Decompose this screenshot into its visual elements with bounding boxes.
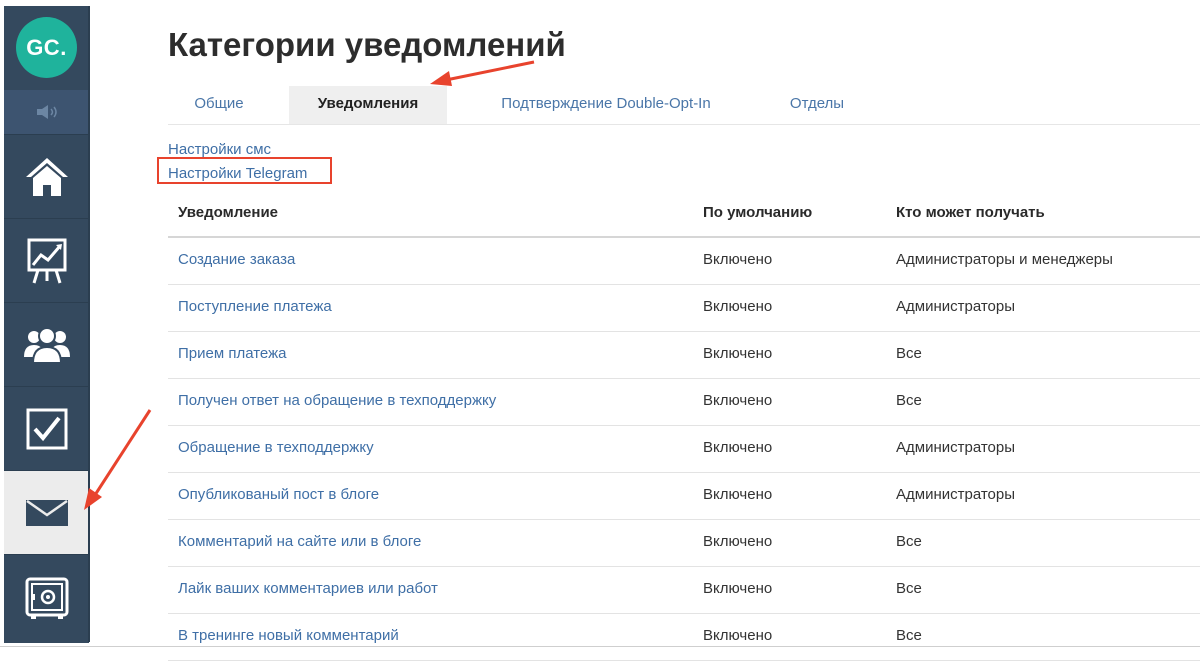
checkbox-icon	[26, 408, 67, 450]
notification-link[interactable]: Лайк ваших комментариев или работ	[178, 580, 438, 597]
chart-icon	[27, 238, 66, 284]
table-row: Создание заказа Включено Администраторы …	[168, 238, 1200, 285]
highlight-box	[157, 157, 332, 184]
table-row: Опубликованый пост в блоге Включено Адми…	[168, 473, 1200, 520]
default-value: Включено	[703, 627, 773, 644]
default-value: Включено	[703, 298, 773, 315]
table-row: Получен ответ на обращение в техподдержк…	[168, 379, 1200, 426]
recipients-value: Все	[896, 533, 922, 550]
default-value: Включено	[703, 439, 773, 456]
notification-link[interactable]: Получен ответ на обращение в техподдержк…	[178, 392, 496, 409]
default-value: Включено	[703, 533, 773, 550]
nav-tasks[interactable]	[4, 386, 89, 471]
table-row: Лайк ваших комментариев или работ Включе…	[168, 567, 1200, 614]
home-icon	[25, 158, 68, 196]
recipients-value: Все	[896, 627, 922, 644]
table-row: Поступление платежа Включено Администрат…	[168, 285, 1200, 332]
logo-area: GC.	[4, 6, 89, 90]
safe-icon	[25, 577, 68, 619]
envelope-icon	[25, 500, 68, 526]
notification-link[interactable]: Прием платежа	[178, 345, 286, 362]
recipients-value: Администраторы и менеджеры	[896, 251, 1113, 268]
column-header-recipients: Кто может получать	[896, 204, 1045, 221]
column-header-default: По умолчанию	[703, 204, 813, 221]
arrow-to-sidebar	[93, 409, 152, 496]
users-icon	[23, 327, 70, 364]
notifications-table: Уведомление По умолчанию Кто может получ…	[168, 190, 1200, 661]
nav-stats[interactable]	[4, 218, 89, 303]
tab-general[interactable]: Общие	[168, 86, 270, 124]
column-header-notification: Уведомление	[178, 204, 279, 221]
arrow-to-tab-head	[430, 71, 452, 86]
sidebar-edge	[88, 6, 90, 642]
table-row: В тренинге новый комментарий Включено Вс…	[168, 614, 1200, 661]
default-value: Включено	[703, 345, 773, 362]
tab-double-opt-in[interactable]: Подтверждение Double-Opt-In	[468, 86, 744, 124]
default-value: Включено	[703, 392, 773, 409]
sidebar: GC.	[4, 6, 89, 643]
logo[interactable]: GC.	[16, 17, 77, 78]
notification-link[interactable]: Опубликованый пост в блоге	[178, 486, 379, 503]
table-row: Прием платежа Включено Все	[168, 332, 1200, 379]
tab-departments[interactable]: Отделы	[766, 86, 868, 124]
nav-home[interactable]	[4, 134, 89, 219]
notification-link[interactable]: Создание заказа	[178, 251, 295, 268]
notification-link[interactable]: Обращение в техподдержку	[178, 439, 374, 456]
tab-bar: Общие Уведомления Подтверждение Double-O…	[168, 86, 1200, 125]
notification-link[interactable]: Комментарий на сайте или в блоге	[178, 533, 421, 550]
arrow-to-tab	[445, 60, 535, 82]
nav-users[interactable]	[4, 302, 89, 387]
default-value: Включено	[703, 486, 773, 503]
table-row: Комментарий на сайте или в блоге Включен…	[168, 520, 1200, 567]
tab-notifications[interactable]: Уведомления	[289, 86, 447, 124]
table-header: Уведомление По умолчанию Кто может получ…	[168, 190, 1200, 238]
speaker-icon[interactable]	[4, 90, 89, 134]
recipients-value: Все	[896, 345, 922, 362]
nav-notifications[interactable]	[4, 470, 89, 555]
recipients-value: Все	[896, 392, 922, 409]
recipients-value: Все	[896, 580, 922, 597]
bottom-border	[0, 646, 1200, 647]
default-value: Включено	[703, 251, 773, 268]
default-value: Включено	[703, 580, 773, 597]
page-title: Категории уведомлений	[168, 26, 566, 63]
recipients-value: Администраторы	[896, 439, 1016, 456]
notification-link[interactable]: Поступление платежа	[178, 298, 332, 315]
recipients-value: Администраторы	[896, 486, 1016, 503]
table-row: Обращение в техподдержку Включено Админи…	[168, 426, 1200, 473]
notification-link[interactable]: В тренинге новый комментарий	[178, 627, 399, 644]
nav-safe[interactable]	[4, 554, 89, 643]
recipients-value: Администраторы	[896, 298, 1016, 315]
